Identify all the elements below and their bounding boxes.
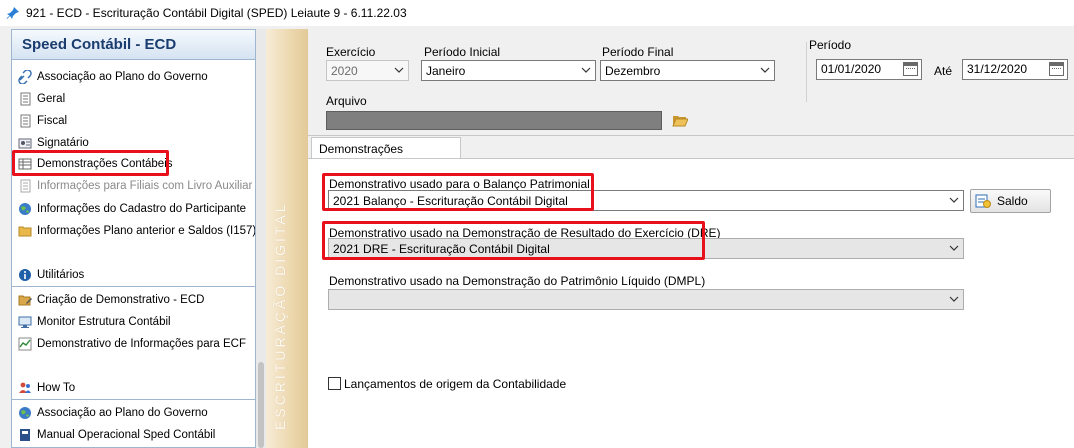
periodo-inicial-select[interactable]: Janeiro: [421, 60, 596, 81]
sidebar-item-label: Criação de Demonstrativo - ECD: [37, 294, 205, 306]
sidebar-item-fiscal[interactable]: Fiscal: [18, 111, 67, 131]
id-card-icon: [18, 136, 32, 150]
sidebar: Speed Contábil - ECD Associação ao Plano…: [11, 29, 256, 448]
sidebar-item-associacao-plano[interactable]: Associação ao Plano do Governo: [18, 67, 208, 87]
dmpl-select[interactable]: [328, 289, 964, 310]
section-title-text: Utilitários: [37, 269, 85, 281]
folder-open-icon[interactable]: [672, 114, 689, 128]
chart-icon: [18, 337, 32, 351]
sidebar-item-cadastro-participante[interactable]: Informações do Cadastro do Participante: [18, 199, 246, 219]
section-divider: [12, 399, 255, 400]
folder-edit-icon: [18, 293, 32, 307]
monitor-icon: [18, 315, 32, 329]
dmpl-label: Demonstrativo usado na Demonstração do P…: [329, 274, 706, 288]
periodo-final-select[interactable]: Dezembro: [600, 60, 775, 81]
section-utilitarios[interactable]: Utilitários: [18, 265, 84, 285]
sidebar-item-howto-associacao[interactable]: Associação ao Plano do Governo: [18, 403, 208, 423]
sidebar-item-manual-operacional[interactable]: Manual Operacional Sped Contábil: [18, 425, 215, 445]
sidebar-item-label: Fiscal: [37, 115, 68, 127]
document-icon: [18, 179, 32, 193]
bp-select[interactable]: 2021 Balanço - Escrituração Contábil Dig…: [328, 190, 964, 211]
sidebar-scrollbar-thumb[interactable]: [258, 362, 264, 448]
saldo-button[interactable]: Saldo: [970, 189, 1051, 213]
window-title: 921 - ECD - Escrituração Contábil Digita…: [26, 6, 407, 20]
bp-label: Demonstrativo usado para o Balanço Patri…: [329, 177, 590, 191]
section-title-text: How To: [37, 382, 76, 394]
calendar-icon[interactable]: [1049, 62, 1064, 76]
document-icon: [18, 92, 32, 106]
pin-icon[interactable]: [6, 6, 20, 20]
chevron-down-icon: [760, 67, 770, 73]
window-titlebar: 921 - ECD - Escrituração Contábil Digita…: [0, 0, 1074, 26]
periodo-final-label: Período Final: [602, 45, 674, 59]
sidebar-item-signatario[interactable]: Signatário: [18, 133, 89, 153]
saldo-button-label: Saldo: [997, 194, 1028, 208]
sidebar-item-label: Demonstrativo de Informações para ECF: [37, 338, 247, 350]
tab-demonstracoes-contabeis[interactable]: Demonstrações Contábeis: [311, 137, 461, 170]
info-icon: [18, 268, 32, 282]
exercicio-label: Exercício: [326, 45, 376, 59]
document-icon: [18, 114, 32, 128]
section-divider: [12, 286, 255, 287]
saldo-icon: [975, 193, 991, 209]
section-howto[interactable]: How To: [18, 378, 75, 398]
data-inicial-field[interactable]: 01/01/2020: [816, 59, 922, 80]
sidebar-item-filiais-livro-auxiliar[interactable]: Informações para Filiais com Livro Auxil…: [18, 176, 252, 196]
data-final-field[interactable]: 31/12/2020: [962, 59, 1068, 80]
sidebar-item-label: Informações do Cadastro do Participante: [37, 203, 247, 215]
arquivo-label: Arquivo: [326, 94, 367, 108]
exercicio-value: 2020: [331, 63, 358, 78]
data-final-value: 31/12/2020: [967, 62, 1028, 76]
periodo-inicial-value: Janeiro: [426, 63, 466, 78]
globe-icon: [18, 202, 32, 216]
sidebar-item-label: Signatário: [37, 137, 89, 149]
main-panel: Exercício 2020 Período Inicial Janeiro P…: [308, 29, 1074, 448]
sidebar-item-label: Associação ao Plano do Governo: [37, 407, 208, 419]
sidebar-item-criacao-demonstrativo[interactable]: Criação de Demonstrativo - ECD: [18, 290, 204, 310]
sidebar-item-label: Geral: [37, 93, 66, 105]
sidebar-item-label: Informações para Filiais com Livro Auxil…: [37, 180, 253, 192]
sidebar-item-label: Associação ao Plano do Governo: [37, 71, 208, 83]
arquivo-field[interactable]: [326, 111, 662, 130]
chevron-down-icon: [394, 67, 404, 73]
sidebar-item-demonstrativo-ecf[interactable]: Demonstrativo de Informações para ECF: [18, 334, 246, 354]
exercicio-select[interactable]: 2020: [326, 60, 409, 81]
tab-strip: [308, 135, 1074, 136]
sidebar-item-label: Informações Plano anterior e Saldos (I15…: [37, 225, 256, 237]
sidebar-item-plano-anterior-saldos[interactable]: Informações Plano anterior e Saldos (I15…: [18, 221, 256, 241]
calendar-icon[interactable]: [903, 62, 918, 76]
sidebar-item-label: Manual Operacional Sped Contábil: [37, 429, 216, 441]
strip-text: ESCRITURAÇÃO DIGITAL: [272, 201, 288, 430]
link-icon: [18, 69, 32, 85]
ate-label: Até: [934, 64, 953, 78]
table-icon: [18, 157, 32, 171]
globe-icon: [18, 406, 32, 420]
chevron-down-icon: [949, 197, 959, 203]
chevron-down-icon: [581, 67, 591, 73]
sidebar-item-geral[interactable]: Geral: [18, 89, 65, 109]
dre-select[interactable]: 2021 DRE - Escrituração Contábil Digital: [328, 238, 964, 259]
sidebar-item-monitor-estrutura[interactable]: Monitor Estrutura Contábil: [18, 312, 171, 332]
chevron-down-icon: [949, 245, 959, 251]
chevron-down-icon: [949, 296, 959, 302]
periodo-final-value: Dezembro: [605, 63, 661, 78]
folder-icon: [18, 224, 32, 238]
bp-value: 2021 Balanço - Escrituração Contábil Dig…: [333, 193, 568, 208]
periodo-inicial-label: Período Inicial: [424, 45, 501, 59]
manual-icon: [18, 428, 32, 442]
lancamentos-label: Lançamentos de origem da Contabilidade: [344, 377, 567, 391]
users-icon: [18, 381, 32, 395]
sidebar-item-demonstracoes-contabeis[interactable]: Demonstrações Contábeis: [18, 154, 173, 174]
sidebar-item-label: Demonstrações Contábeis: [37, 158, 173, 170]
lancamentos-checkbox[interactable]: [328, 377, 341, 390]
sidebar-header: Speed Contábil - ECD: [12, 30, 255, 60]
dre-value: 2021 DRE - Escrituração Contábil Digital: [333, 241, 550, 256]
sidebar-item-label: Monitor Estrutura Contábil: [37, 316, 171, 328]
periodo-label: Período: [809, 38, 852, 52]
data-inicial-value: 01/01/2020: [821, 62, 882, 76]
